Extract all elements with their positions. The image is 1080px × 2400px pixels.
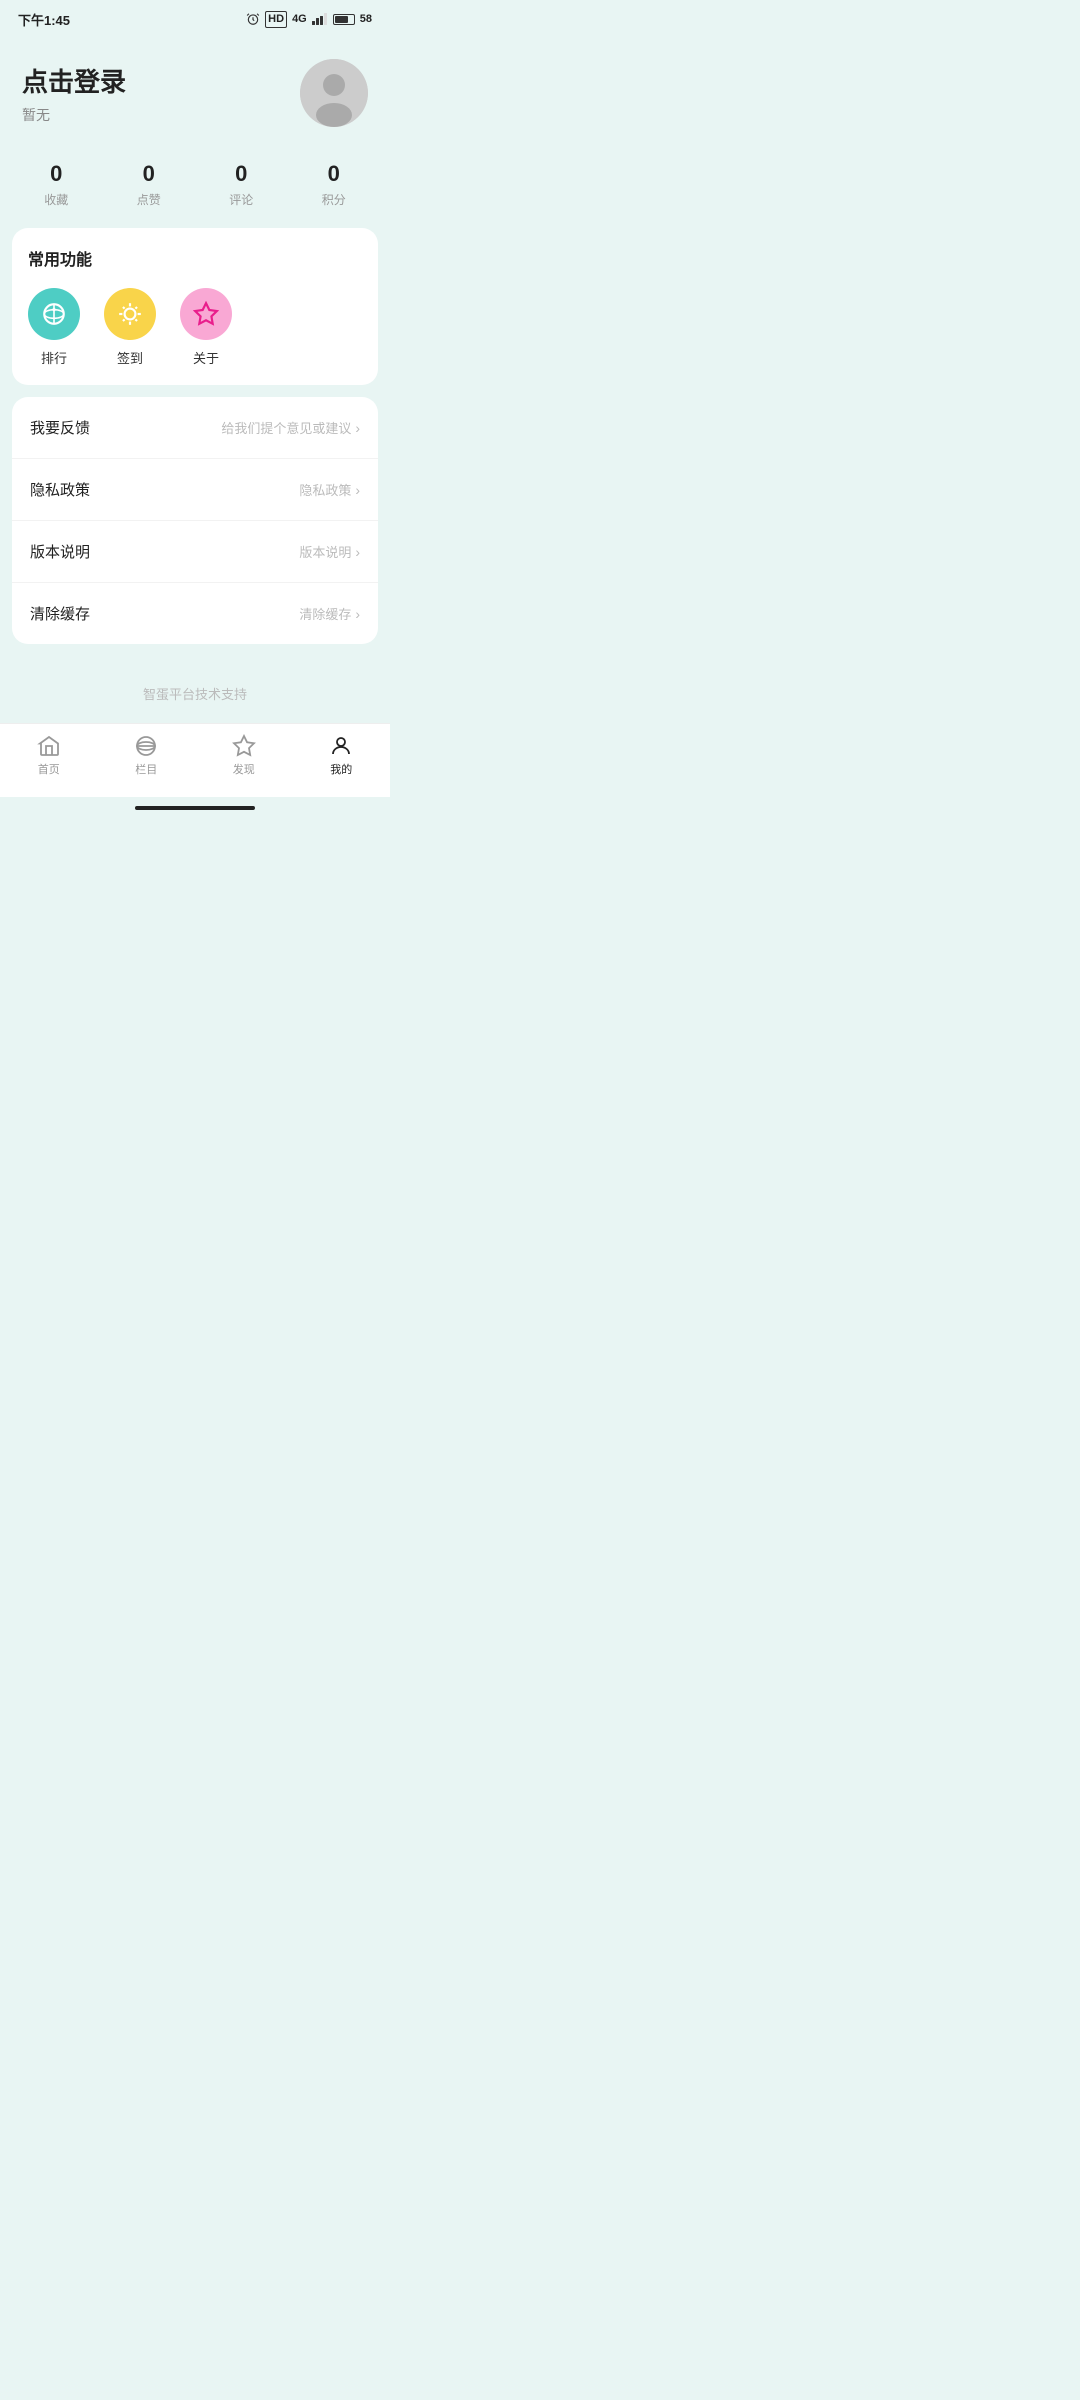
profile-sub: 暂无 [22, 105, 126, 125]
stat-comments[interactable]: 0 评论 [229, 161, 253, 208]
menu-privacy[interactable]: 隐私政策 隐私政策 › [12, 459, 378, 521]
profile-info[interactable]: 点击登录 暂无 [22, 62, 126, 125]
ranking-label: 排行 [41, 348, 67, 367]
stat-favorites[interactable]: 0 收藏 [44, 161, 68, 208]
stat-likes[interactable]: 0 点赞 [137, 161, 161, 208]
profile-nav-icon [329, 734, 353, 758]
ranking-icon-bg [28, 288, 80, 340]
func-about[interactable]: 关于 [180, 288, 232, 367]
stat-label-1: 点赞 [137, 191, 161, 208]
status-time: 下午1:45 [18, 10, 70, 29]
menu-feedback-label: 我要反馈 [30, 417, 90, 438]
stat-num-2: 0 [235, 161, 247, 187]
menu-privacy-hint: 隐私政策 [299, 480, 351, 499]
menu-feedback-right: 给我们提个意见或建议 › [221, 418, 360, 437]
menu-feedback[interactable]: 我要反馈 给我们提个意见或建议 › [12, 397, 378, 459]
nav-home-label: 首页 [38, 761, 60, 777]
func-ranking[interactable]: 排行 [28, 288, 80, 367]
chevron-icon-version: › [355, 544, 360, 560]
stats-row: 0 收藏 0 点赞 0 评论 0 积分 [0, 147, 390, 228]
nav-columns[interactable]: 栏目 [116, 734, 176, 777]
home-icon [37, 734, 61, 758]
menu-version-label: 版本说明 [30, 541, 90, 562]
home-indicator [0, 797, 390, 819]
menu-card: 我要反馈 给我们提个意见或建议 › 隐私政策 隐私政策 › 版本说明 版本说明 … [12, 397, 378, 644]
menu-version[interactable]: 版本说明 版本说明 › [12, 521, 378, 583]
stat-label-2: 评论 [229, 191, 253, 208]
about-label: 关于 [193, 348, 219, 367]
checkin-icon-bg [104, 288, 156, 340]
battery-icon [333, 14, 355, 25]
nav-profile-label: 我的 [330, 761, 352, 777]
footer-label: 智蛋平台技术支持 [143, 687, 247, 702]
menu-clear-cache-hint: 清除缓存 [299, 604, 351, 623]
nav-discover[interactable]: 发现 [214, 734, 274, 777]
stat-points[interactable]: 0 积分 [322, 161, 346, 208]
menu-clear-cache-label: 清除缓存 [30, 603, 90, 624]
ranking-icon [41, 301, 67, 327]
menu-version-hint: 版本说明 [299, 542, 351, 561]
network-label: 4G [292, 13, 307, 25]
common-functions-card: 常用功能 排行 [12, 228, 378, 385]
stat-label-3: 积分 [322, 191, 346, 208]
nav-discover-label: 发现 [233, 761, 255, 777]
footer-text: 智蛋平台技术支持 [0, 656, 390, 723]
stat-num-3: 0 [328, 161, 340, 187]
home-indicator-bar [135, 806, 255, 810]
about-icon-bg [180, 288, 232, 340]
func-checkin[interactable]: 签到 [104, 288, 156, 367]
avatar[interactable] [300, 59, 368, 127]
hd-badge: HD [265, 11, 287, 27]
chevron-icon-privacy: › [355, 482, 360, 498]
stat-label-0: 收藏 [44, 191, 68, 208]
about-icon [193, 301, 219, 327]
columns-icon [134, 734, 158, 758]
menu-privacy-label: 隐私政策 [30, 479, 90, 500]
nav-columns-label: 栏目 [135, 761, 157, 777]
menu-version-right: 版本说明 › [299, 542, 360, 561]
func-grid: 排行 签到 关于 [28, 288, 362, 367]
common-functions-title: 常用功能 [28, 246, 362, 270]
checkin-icon [117, 301, 143, 327]
stat-num-0: 0 [50, 161, 62, 187]
menu-clear-cache-right: 清除缓存 › [299, 604, 360, 623]
chevron-icon-cache: › [355, 606, 360, 622]
status-bar: 下午1:45 HD 4G 58 [0, 0, 390, 35]
nav-profile[interactable]: 我的 [311, 734, 371, 777]
menu-feedback-hint: 给我们提个意见或建议 [221, 418, 351, 437]
status-right: HD 4G 58 [246, 11, 372, 27]
checkin-label: 签到 [117, 348, 143, 367]
battery-level: 58 [360, 13, 372, 25]
menu-clear-cache[interactable]: 清除缓存 清除缓存 › [12, 583, 378, 644]
profile-section: 点击登录 暂无 [0, 35, 390, 147]
chevron-icon-feedback: › [355, 420, 360, 436]
stat-num-1: 0 [143, 161, 155, 187]
login-text[interactable]: 点击登录 [22, 62, 126, 99]
menu-privacy-right: 隐私政策 › [299, 480, 360, 499]
bottom-nav: 首页 栏目 发现 我的 [0, 723, 390, 797]
discover-icon [232, 734, 256, 758]
nav-home[interactable]: 首页 [19, 734, 79, 777]
alarm-icon [246, 12, 260, 26]
signal-icon [312, 13, 328, 25]
